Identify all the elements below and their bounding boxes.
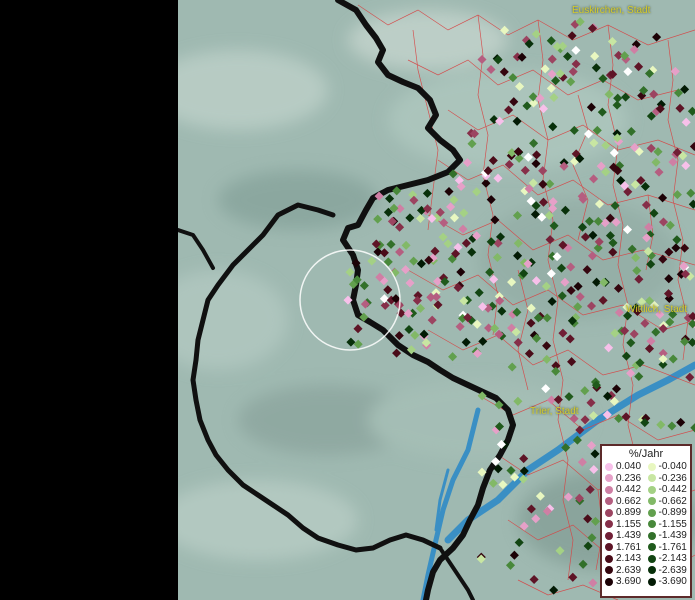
map-viewer[interactable]: Euskirchen, Stadt Wittlich, Stadt Trier,… bbox=[0, 0, 695, 600]
legend-entry: 0.236 bbox=[605, 473, 648, 485]
legend-entry: -1.761 bbox=[647, 541, 691, 554]
legend-swatch bbox=[647, 566, 656, 575]
legend-swatch bbox=[605, 543, 613, 552]
city-label-trier: Trier, Stadt bbox=[530, 406, 579, 417]
legend-swatch bbox=[605, 462, 613, 471]
legend-row: 0.662 -0.662 bbox=[602, 496, 690, 508]
legend-entry: -2.639 bbox=[647, 564, 691, 577]
legend-entry: -1.155 bbox=[647, 518, 691, 531]
legend-entry: 1.761 bbox=[605, 542, 648, 554]
blank-panel bbox=[0, 0, 178, 600]
city-label-wittlich: Wittlich, Stadt bbox=[626, 304, 688, 315]
legend-swatch bbox=[647, 474, 656, 483]
legend-title: %/Jahr bbox=[628, 448, 664, 460]
legend-row: 1.155 -1.155 bbox=[602, 519, 690, 531]
legend-entry: -0.442 bbox=[647, 484, 691, 496]
legend-label: -1.761 bbox=[658, 541, 687, 553]
legend-label: 0.236 bbox=[616, 472, 642, 484]
legend-entry: -0.040 bbox=[647, 461, 691, 473]
legend-entry: 0.442 bbox=[605, 484, 648, 496]
legend-entry: 3.690 bbox=[605, 576, 648, 588]
legend-entry: 0.040 bbox=[605, 461, 648, 473]
legend-entry: -0.662 bbox=[647, 495, 691, 508]
legend-entry: -3.690 bbox=[647, 576, 691, 588]
city-label-euskirchen: Euskirchen, Stadt bbox=[572, 5, 651, 16]
legend-label: -0.236 bbox=[658, 472, 687, 484]
legend-entry: -2.143 bbox=[647, 553, 691, 565]
legend-swatch bbox=[605, 497, 613, 506]
legend-swatch bbox=[605, 520, 613, 529]
legend-row: 0.899 -0.899 bbox=[602, 507, 690, 519]
legend-entry: 0.662 bbox=[605, 496, 648, 508]
legend-label: -3.690 bbox=[658, 576, 687, 587]
legend-label: 0.662 bbox=[616, 495, 642, 507]
legend-label: -0.662 bbox=[658, 495, 687, 507]
legend-row: 3.690 -3.690 bbox=[602, 576, 690, 588]
legend-label: 0.442 bbox=[616, 484, 642, 495]
legend-swatch bbox=[605, 577, 613, 586]
legend-entry: 1.439 bbox=[605, 530, 648, 542]
legend-swatch bbox=[605, 554, 613, 563]
legend-row: 2.639 -2.639 bbox=[602, 565, 690, 577]
legend-swatch bbox=[605, 566, 613, 575]
legend-label: 0.040 bbox=[616, 461, 642, 472]
legend-row: 1.439 -1.439 bbox=[602, 530, 690, 542]
legend-label: 0.899 bbox=[616, 507, 642, 518]
legend-swatch bbox=[647, 508, 656, 517]
legend-swatch bbox=[647, 462, 656, 471]
legend-label: 2.639 bbox=[616, 564, 642, 576]
legend-swatch bbox=[605, 531, 613, 540]
legend-label: -2.143 bbox=[658, 553, 687, 564]
legend-label: -1.439 bbox=[658, 530, 687, 541]
legend-swatch bbox=[647, 497, 656, 506]
legend-entry: 1.155 bbox=[605, 519, 648, 531]
legend-rows: 0.040 -0.040 0.236 -0.236 0.442 -0.442 0.662 -0… bbox=[602, 461, 690, 588]
legend-label: 1.155 bbox=[616, 518, 642, 530]
legend-row: 1.761 -1.761 bbox=[602, 542, 690, 554]
legend-label: -0.040 bbox=[658, 461, 687, 472]
legend-label: 1.439 bbox=[616, 530, 642, 541]
legend-swatch bbox=[647, 543, 656, 552]
legend-label: -0.442 bbox=[658, 484, 687, 495]
legend-row: 0.040 -0.040 bbox=[602, 461, 690, 473]
legend-label: -1.155 bbox=[658, 518, 687, 530]
legend-entry: 2.639 bbox=[605, 565, 648, 577]
legend-label: 3.690 bbox=[616, 576, 642, 587]
legend-label: -0.899 bbox=[658, 507, 687, 518]
legend-swatch bbox=[647, 577, 656, 586]
legend-swatch bbox=[647, 554, 656, 563]
legend-swatch bbox=[647, 531, 656, 540]
legend-entry: 0.899 bbox=[605, 507, 648, 519]
legend-swatch bbox=[647, 520, 656, 529]
legend-label: 1.761 bbox=[616, 541, 642, 553]
legend-row: 0.442 -0.442 bbox=[602, 484, 690, 496]
legend-entry: 2.143 bbox=[605, 553, 648, 565]
legend-entry: -0.899 bbox=[647, 507, 691, 519]
legend-swatch bbox=[605, 485, 613, 494]
legend-swatch bbox=[605, 508, 613, 517]
legend-entry: -1.439 bbox=[647, 530, 691, 542]
legend-label: -2.639 bbox=[658, 564, 687, 576]
legend-swatch bbox=[605, 474, 613, 483]
legend-row: 0.236 -0.236 bbox=[602, 473, 690, 485]
map-legend: %/Jahr 0.040 -0.040 0.236 -0.236 0.442 -0.442… bbox=[600, 444, 692, 598]
legend-entry: -0.236 bbox=[647, 472, 691, 485]
legend-row: 2.143 -2.143 bbox=[602, 553, 690, 565]
legend-label: 2.143 bbox=[616, 553, 642, 564]
legend-swatch bbox=[647, 485, 656, 494]
